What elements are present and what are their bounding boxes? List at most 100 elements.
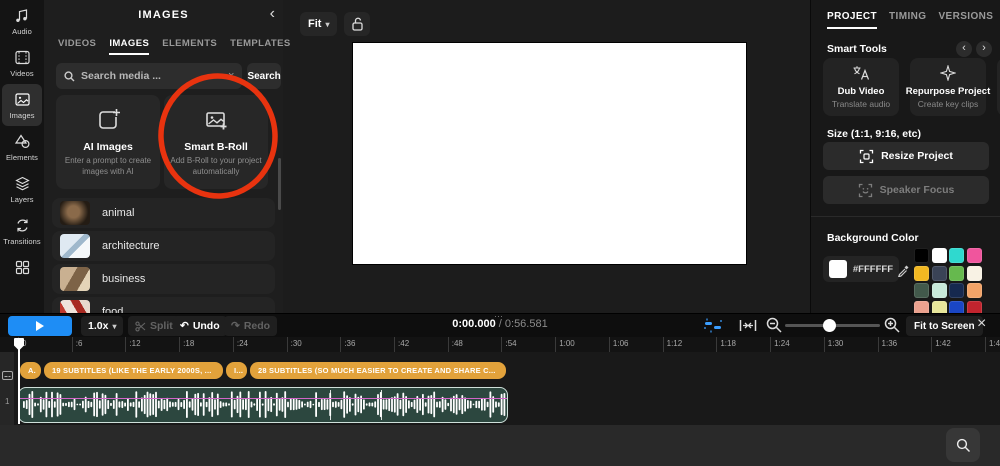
playback-speed-dropdown[interactable]: 1.0x ▾ [81, 316, 123, 336]
redo-button[interactable]: ↷ Redo [224, 316, 277, 336]
ruler-label: 1:12 [663, 339, 683, 348]
palette-color-swatch[interactable] [949, 266, 964, 281]
tab-images[interactable]: IMAGES [109, 38, 149, 55]
ruler-label: 1:18 [716, 339, 736, 348]
rail-item-audio[interactable]: Audio [2, 0, 42, 42]
subtitle-pill-a[interactable]: A. [20, 362, 41, 379]
tab-videos[interactable]: VIDEOS [58, 38, 96, 55]
category-row-animal[interactable]: animal [52, 198, 275, 228]
category-label: animal [102, 207, 134, 219]
smart-tools-cards: Dub Video Translate audio Repurpose Proj… [823, 58, 1000, 116]
volume-automation-line[interactable] [19, 398, 507, 399]
category-row-architecture[interactable]: architecture [52, 231, 275, 261]
ruler-label: :54 [501, 339, 516, 348]
search-icon [64, 71, 75, 82]
tab-timing[interactable]: TIMING [889, 11, 926, 29]
palette-color-swatch[interactable] [967, 248, 982, 263]
collapse-panel-icon[interactable]: ‹ [270, 4, 275, 24]
ruler-label: 1:30 [824, 339, 844, 348]
playhead-line[interactable] [18, 340, 20, 424]
resize-project-button[interactable]: Resize Project [823, 142, 989, 170]
speaker-focus-button[interactable]: Speaker Focus [823, 176, 989, 204]
play-button[interactable] [8, 316, 72, 336]
ruler-label: 1:24 [770, 339, 790, 348]
timeline-resize-handle[interactable]: ⋯ [494, 311, 504, 322]
card-title: Smart B-Roll [184, 141, 248, 153]
ai-images-card[interactable]: AI Images Enter a prompt to create image… [56, 95, 160, 189]
palette-color-swatch[interactable] [932, 283, 947, 298]
translate-icon [852, 65, 870, 81]
carousel-right-icon[interactable]: › [976, 41, 992, 57]
palette-color-swatch[interactable] [967, 266, 982, 281]
rail-item-more[interactable] [2, 252, 42, 282]
ruler-label: 1:00 [555, 339, 575, 348]
zoom-slider-thumb[interactable] [823, 319, 836, 332]
category-thumbnail [60, 234, 90, 258]
palette-color-swatch[interactable] [914, 266, 929, 281]
split-button[interactable]: Split [128, 316, 180, 336]
eyedropper-icon[interactable] [897, 264, 910, 277]
search-button[interactable]: Search [247, 63, 280, 89]
film-icon [14, 49, 31, 66]
undo-button[interactable]: ↶ Undo [173, 316, 227, 336]
rail-item-elements[interactable]: Elements [2, 126, 42, 168]
panel-scrollbar[interactable] [278, 158, 281, 210]
smart-broll-card[interactable]: Smart B-Roll Add B-Roll to your project … [164, 95, 268, 189]
timeline-zoom-slider[interactable] [785, 324, 880, 327]
audio-waveform-clip[interactable] [18, 387, 508, 423]
subtitle-pill-i[interactable]: I... [226, 362, 247, 379]
smart-tools-carousel: ‹ › [956, 41, 992, 57]
close-timeline-icon[interactable]: × [977, 315, 986, 333]
ruler-label: :48 [448, 339, 463, 348]
rail-item-layers[interactable]: Layers [2, 168, 42, 210]
palette-color-swatch[interactable] [967, 283, 982, 298]
palette-color-swatch[interactable] [932, 248, 947, 263]
palette-color-swatch[interactable] [914, 248, 929, 263]
chevron-down-icon: ▾ [325, 20, 329, 29]
repurpose-project-card[interactable]: Repurpose Project Create key clips [910, 58, 986, 116]
clear-search-icon[interactable]: × [228, 70, 234, 82]
category-row-business[interactable]: business [52, 264, 275, 294]
search-input[interactable] [81, 70, 222, 82]
palette-color-swatch[interactable] [932, 266, 947, 281]
layers-icon [14, 175, 31, 192]
lock-canvas-button[interactable] [344, 12, 370, 36]
tab-templates[interactable]: TEMPLATES [230, 38, 290, 55]
play-icon [36, 321, 44, 331]
playhead-marker[interactable] [14, 338, 24, 351]
speed-label: 1.0x [88, 320, 108, 332]
search-box[interactable]: × [56, 63, 242, 89]
hex-color-field[interactable]: #FFFFFF [823, 256, 899, 282]
track-gutter [0, 352, 14, 425]
ruler-label: :24 [233, 339, 248, 348]
rail-item-transitions[interactable]: Transitions [2, 210, 42, 252]
transitions-icon [14, 217, 31, 234]
search-row: × Search [56, 63, 271, 89]
timeline-ruler[interactable]: 0:6:12:18:24:30:36:42:48:541:001:061:121… [0, 337, 1000, 352]
palette-color-swatch[interactable] [949, 248, 964, 263]
zoom-fit-dropdown[interactable]: Fit ▾ [300, 12, 337, 36]
current-color-swatch [829, 260, 847, 278]
tab-project[interactable]: PROJECT [827, 11, 877, 29]
search-icon [956, 438, 971, 453]
rail-item-images[interactable]: Images [2, 84, 42, 126]
palette-color-swatch[interactable] [949, 283, 964, 298]
tab-versions[interactable]: VERSIONS [938, 11, 993, 29]
palette-color-swatch[interactable] [914, 283, 929, 298]
dub-video-card[interactable]: Dub Video Translate audio [823, 58, 899, 116]
carousel-left-icon[interactable]: ‹ [956, 41, 972, 57]
timeline-tracks-toggle-icon[interactable] [703, 317, 723, 334]
video-canvas[interactable] [353, 43, 746, 264]
subtitle-pill-28[interactable]: 28 SUBTITLES (SO MUCH EASIER TO CREATE A… [250, 362, 506, 379]
fit-to-screen-button[interactable]: Fit to Screen [906, 316, 983, 336]
media-tabs: VIDEOS IMAGES ELEMENTS TEMPLATES [44, 30, 283, 55]
zoom-out-icon[interactable] [766, 317, 782, 333]
subtitle-pill-19[interactable]: 19 SUBTITLES (LIKE THE EARLY 2000S, ... [44, 362, 223, 379]
timeline-search-button[interactable] [946, 428, 980, 462]
tab-elements[interactable]: ELEMENTS [162, 38, 217, 55]
fit-horizontal-icon[interactable] [739, 317, 757, 334]
undo-label: Undo [193, 320, 220, 332]
rail-item-videos[interactable]: Videos [2, 42, 42, 84]
playback-bar: 1.0x ▾ Split ↶ Undo ↷ Redo ⋯ 0:00.000 / … [0, 313, 1000, 337]
zoom-in-icon[interactable] [884, 317, 900, 333]
